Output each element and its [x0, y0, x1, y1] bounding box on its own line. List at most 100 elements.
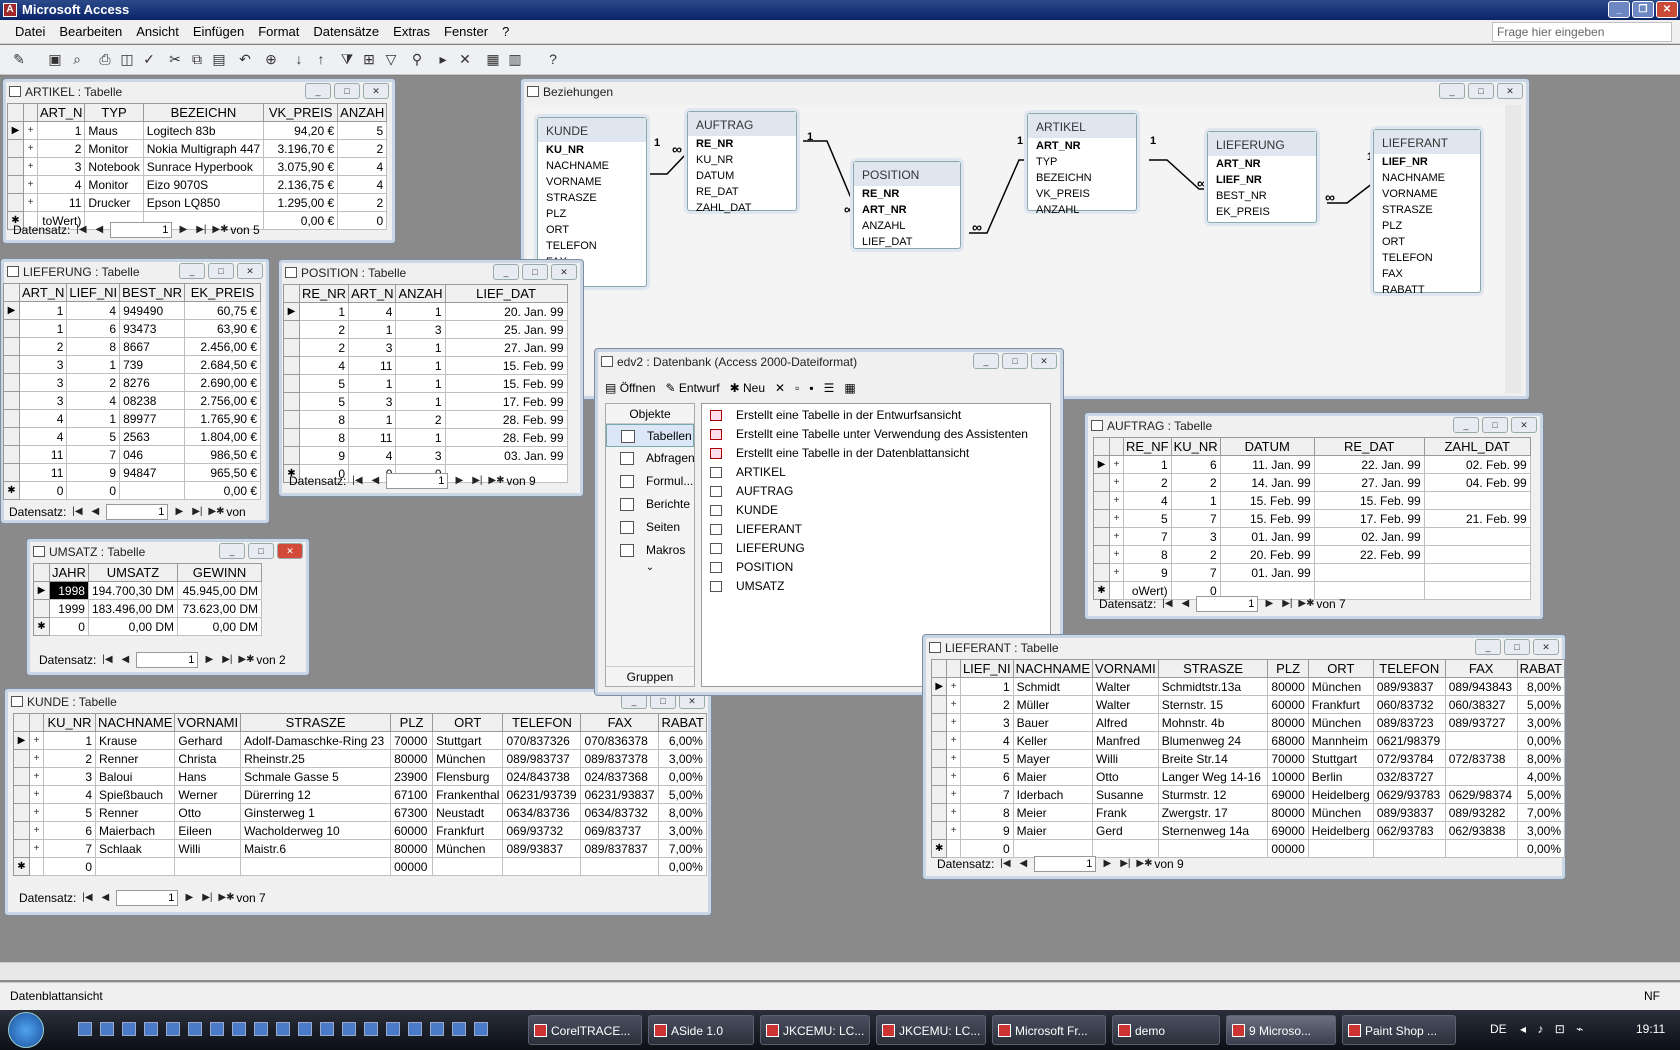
table-cell[interactable]: 4: [18, 427, 68, 446]
table-row[interactable]: 2 3 1 27. Jan. 99: [283, 338, 568, 357]
record-selector[interactable]: [3, 445, 20, 464]
table-row[interactable]: 8 1 2 28. Feb. 99: [283, 410, 568, 429]
column-header[interactable]: UMSATZ: [87, 563, 179, 582]
table-cell[interactable]: 2563: [119, 427, 186, 446]
maximize-button[interactable]: □: [1002, 353, 1028, 369]
table-cell[interactable]: 2.756,00 €: [184, 391, 262, 410]
column-header[interactable]: STRASZE: [1157, 659, 1269, 678]
table-cell[interactable]: Schlaak: [94, 839, 176, 858]
table-cell[interactable]: 14. Jan. 99: [1219, 473, 1315, 492]
menu-fenster[interactable]: Fenster: [437, 20, 495, 39]
table-cell[interactable]: Willi: [174, 839, 242, 858]
table-cell[interactable]: 3.075,90 €: [263, 157, 339, 176]
table-row[interactable]: +9 Maier Gerd Sternenweg 14a 69000 Heidelberg…: [930, 821, 1566, 840]
expand-subdatasheet-icon[interactable]: +: [1109, 527, 1124, 546]
table-row[interactable]: +2 Renner Christa Rheinstr.25 80000 München 08…: [13, 749, 707, 768]
table-cell[interactable]: 80000: [1267, 677, 1309, 696]
field-name[interactable]: VORNAME: [538, 174, 646, 190]
table-cell[interactable]: 6: [43, 821, 96, 840]
table-cell[interactable]: 3: [43, 767, 96, 786]
expand-subdatasheet-icon[interactable]: +: [946, 749, 961, 768]
paste-icon[interactable]: ▤: [210, 50, 228, 68]
quicklaunch-icon[interactable]: [364, 1022, 378, 1036]
copy-icon[interactable]: ⧉: [188, 50, 206, 68]
expand-subdatasheet-icon[interactable]: +: [29, 803, 44, 822]
menu-datensaetze[interactable]: Datensätze: [306, 20, 386, 39]
first-record-button[interactable]: |◀: [998, 857, 1012, 871]
table-cell[interactable]: 5,00%: [658, 785, 707, 804]
table-cell[interactable]: 23900: [390, 767, 434, 786]
table-cell[interactable]: 069/93732: [502, 821, 582, 840]
first-record-button[interactable]: |◀: [70, 505, 84, 519]
table-cell[interactable]: 5: [66, 427, 121, 446]
table-cell[interactable]: 089/837378: [580, 749, 660, 768]
table-cell[interactable]: 06231/93837: [580, 785, 660, 804]
field-name[interactable]: ANZAHL: [1028, 202, 1136, 218]
table-cell[interactable]: Renner: [94, 803, 176, 822]
table-row[interactable]: +9 7 01. Jan. 99: [1093, 563, 1531, 582]
field-name[interactable]: STRASZE: [1374, 202, 1480, 218]
record-selector[interactable]: [13, 803, 30, 822]
field-name[interactable]: PLZ: [1374, 218, 1480, 234]
expand-subdatasheet-icon[interactable]: +: [1109, 491, 1124, 510]
record-selector[interactable]: [7, 175, 24, 194]
taskbar-button[interactable]: Microsoft Fr...: [992, 1015, 1106, 1045]
table-cell[interactable]: Willi: [1092, 749, 1159, 768]
table-cell[interactable]: Frankfurt: [432, 821, 504, 840]
column-header[interactable]: ANZAH: [395, 284, 446, 303]
field-name[interactable]: DATUM: [688, 168, 796, 184]
record-selector[interactable]: [283, 320, 300, 339]
quicklaunch-icon[interactable]: [298, 1022, 312, 1036]
table-row[interactable]: +3 Bauer Alfred Mohnstr. 4b 80000 München 089/…: [930, 713, 1566, 732]
table-cell[interactable]: München: [1307, 803, 1374, 822]
expand-subdatasheet-icon[interactable]: +: [946, 677, 961, 696]
record-selector[interactable]: [7, 157, 24, 176]
expand-subdatasheet-icon[interactable]: +: [29, 749, 44, 768]
column-header[interactable]: VK_PREIS: [263, 103, 339, 122]
table-cell[interactable]: 9: [66, 463, 121, 482]
record-selector[interactable]: [283, 356, 300, 375]
table-cell[interactable]: 739: [119, 355, 186, 374]
table-cell[interactable]: Logitech 83b: [142, 121, 265, 140]
table-cell[interactable]: 3: [959, 713, 1014, 732]
column-header[interactable]: LIEF_NI: [959, 659, 1014, 678]
next-record-button[interactable]: ▶: [182, 891, 196, 905]
table-cell[interactable]: München: [1307, 713, 1374, 732]
table-cell[interactable]: Blumenweg 24: [1157, 731, 1269, 750]
column-header[interactable]: STRASZE: [240, 713, 392, 732]
expand-subdatasheet-icon[interactable]: +: [1109, 545, 1124, 564]
table-cell[interactable]: 3: [18, 391, 68, 410]
table-row[interactable]: +7 Iderbach Susanne Sturmstr. 12 69000 Heidel…: [930, 785, 1566, 804]
table-cell[interactable]: [1313, 563, 1425, 582]
table-cell[interactable]: 27. Jan. 99: [444, 338, 568, 357]
field-name[interactable]: KU_NR: [538, 142, 646, 158]
table-cell[interactable]: 0: [43, 857, 96, 876]
previous-record-button[interactable]: ◀: [1178, 597, 1192, 611]
next-record-button[interactable]: ▶: [202, 653, 216, 667]
create-table-shortcut[interactable]: Erstellt eine Tabelle in der Datenblatta…: [702, 444, 1050, 463]
table-cell[interactable]: 69000: [1267, 821, 1309, 840]
table-cell[interactable]: 1: [395, 392, 446, 411]
new-record-row[interactable]: ✱ 0 0 0,00 €: [3, 481, 262, 500]
table-cell[interactable]: 80000: [1267, 713, 1309, 732]
column-header[interactable]: ZAHL_DAT: [1423, 437, 1531, 456]
record-selector[interactable]: [3, 355, 20, 374]
record-selector[interactable]: ▶: [1093, 455, 1110, 474]
table-cell[interactable]: 8: [66, 337, 121, 356]
table-cell[interactable]: Maistr.6: [240, 839, 392, 858]
table-cell[interactable]: 70000: [390, 731, 434, 750]
record-selector[interactable]: [283, 392, 300, 411]
table-cell[interactable]: Eileen: [174, 821, 242, 840]
table-cell[interactable]: Monitor: [84, 175, 144, 194]
table-cell[interactable]: Frankenthal: [432, 785, 504, 804]
table-cell[interactable]: 5: [298, 392, 350, 411]
table-cell[interactable]: 0,00%: [658, 857, 707, 876]
column-header[interactable]: RE_DAT: [1313, 437, 1425, 456]
column-header[interactable]: FAX: [580, 713, 660, 732]
column-header[interactable]: TELEFON: [502, 713, 582, 732]
table-cell[interactable]: 1: [395, 428, 446, 447]
table-cell[interactable]: 986,50 €: [184, 445, 262, 464]
apply-filter-icon[interactable]: ▽: [382, 50, 400, 68]
table-cell[interactable]: 0: [18, 481, 68, 500]
column-header[interactable]: ART_N: [348, 284, 397, 303]
